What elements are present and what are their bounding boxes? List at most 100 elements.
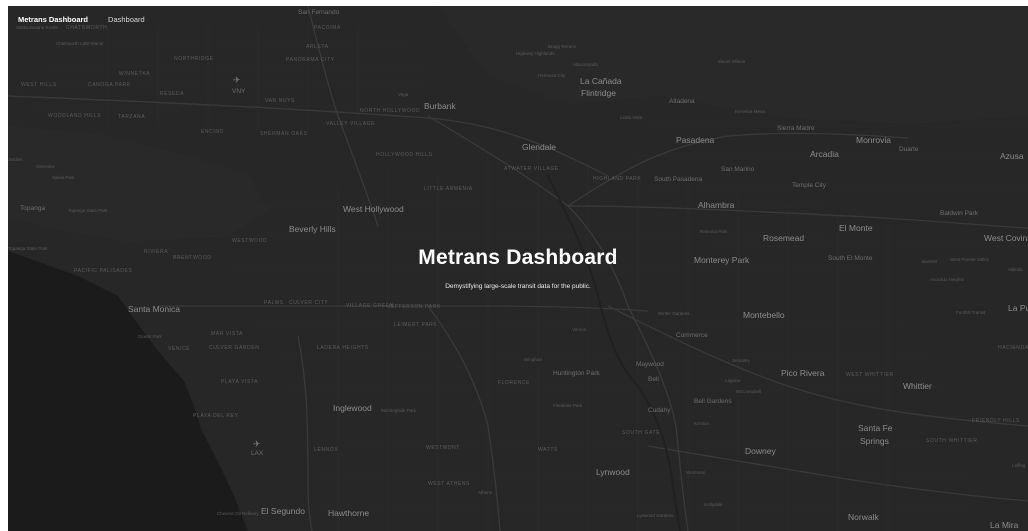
map-place-label: El Segundo <box>261 506 305 516</box>
airport-icon: ✈ <box>233 76 241 86</box>
map-place-label: SOUTH WHITTIER <box>926 438 978 444</box>
map-place-label: Hawthorne <box>328 508 370 518</box>
map-place-label: WATTS <box>538 447 558 453</box>
map-place-label: Pico Rivera <box>781 368 825 378</box>
map-place-label: Bell Gardens <box>694 398 732 405</box>
airport-icon: ✈ <box>253 440 261 450</box>
map-place-label: South Pasadena <box>654 176 703 183</box>
map-place-label: La Pu <box>1008 303 1028 313</box>
map-place-label: Ramona Park <box>700 229 728 234</box>
map-place-label: Beverly Hills <box>289 224 336 234</box>
map-place-label: Altadena <box>669 98 695 105</box>
map-place-label: VENICE <box>168 346 191 352</box>
map-place-label: SOUTH GATE <box>622 430 661 436</box>
navbar-brand-link[interactable]: Metrans Dashboard <box>18 15 88 24</box>
map-place-label: TARZANA <box>118 114 146 120</box>
map-place-label: Temple City <box>792 182 826 189</box>
map-place-label: Cudahy <box>648 407 671 414</box>
map-place-label: Altacanyada <box>573 62 598 67</box>
map-place-label: Maywood <box>636 361 664 368</box>
map-place-label: LENNOX <box>314 447 339 453</box>
map-place-label: LAX <box>251 450 264 457</box>
map-place-label: FRIENDLY HILLS <box>972 418 1020 424</box>
map-place-label: Woreman <box>686 470 706 475</box>
map-place-label: Sematey <box>732 358 750 363</box>
map-place-label: Duarte <box>899 146 919 153</box>
map-place-label: CULVER GARDEN <box>209 345 260 351</box>
map-place-label: PACOIMA <box>314 25 341 31</box>
map-place-label: ENCINO <box>201 129 225 135</box>
map-place-label: ATWATER VILLAGE <box>504 166 559 172</box>
map-place-label: Topanga <box>20 205 45 212</box>
map-place-label: Wingfoot <box>524 357 542 362</box>
map-place-label: Vernon <box>572 327 587 332</box>
map-place-label: Commerce <box>676 332 708 339</box>
map-place-label: Hollydale <box>704 502 723 507</box>
map-place-label: FLORENCE <box>498 380 531 386</box>
nav-link-dashboard[interactable]: Dashboard <box>108 15 145 24</box>
map-place-label: Downey <box>745 446 776 456</box>
map-place-label: PANORAMA CITY <box>286 57 335 63</box>
map-place-label: WEST WHITTIER <box>846 372 894 378</box>
map-place-label: Glenview <box>36 164 55 169</box>
map-place-label: Sierra Madre <box>777 125 815 132</box>
map-place-label: Norwalk <box>848 512 879 522</box>
map-place-label: Springs <box>860 436 889 446</box>
map-place-label: Rosemead <box>763 233 805 243</box>
map-place-label: Kinneloa Mesa <box>735 109 765 114</box>
map-place-label: Baldwin Park <box>940 210 978 217</box>
map-place-label: CANOGA PARK <box>88 82 131 88</box>
map-place-label: West Covina <box>984 233 1028 243</box>
map-place-label: Foothill Transit <box>956 310 986 315</box>
map-place-label: Leffing <box>1012 463 1026 468</box>
map-place-label: RESEDA <box>160 91 185 97</box>
map-place-label: La Mira <box>990 520 1019 530</box>
map-place-label: PALMS <box>264 300 284 306</box>
map-place-label: San Marino <box>721 166 755 173</box>
map-place-label: Topanga State Park <box>68 208 108 213</box>
map-place-label: Santa Fe <box>858 423 893 433</box>
map-place-label: LITTLE ARMENIA <box>424 186 473 192</box>
map-place-label: Mount Wilson <box>718 59 746 64</box>
map-place-label: WESTMONT <box>426 445 460 451</box>
map-place-label: Huntington Park <box>553 370 600 377</box>
map-place-label: MAR VISTA <box>211 331 243 337</box>
map-place-label: WINNETKA <box>119 71 151 77</box>
map-place-label: West Hollywood <box>343 204 404 214</box>
map-place-label: Arcadia <box>810 149 839 159</box>
map-place-label: Whittier <box>903 381 932 391</box>
hero: Metrans Dashboard Demystifying large-sca… <box>8 246 1028 290</box>
map-place-label: Alhambra <box>698 200 735 210</box>
map-place-label: HOLLYWOOD HILLS <box>376 152 433 158</box>
map-place-label: Pasadena <box>676 135 715 145</box>
map-place-label: LADERA HEIGHTS <box>317 345 369 351</box>
app-frame: ✈ ✈ San Fernando Santa Susana Knolls CHATS… <box>8 6 1028 531</box>
map-place-label: VNY <box>232 88 246 95</box>
map-place-label: ARLETA <box>306 44 329 50</box>
navbar: Metrans Dashboard Dashboard <box>8 6 145 32</box>
map-place-label: Firestone Park <box>553 403 583 408</box>
map-place-label: Jardins <box>8 157 23 162</box>
map-place-label: WESTWOOD <box>232 238 268 244</box>
map-place-label: Athens <box>478 490 493 495</box>
map-place-label: Flintridge <box>581 88 616 98</box>
map-place-label: Vega <box>398 92 409 97</box>
map-place-label: Sylvia Park <box>52 175 75 180</box>
map-place-label: Inglewood <box>333 403 372 413</box>
map-place-label: PLAYA DEL REY <box>193 413 239 419</box>
map-place-label: Azusa <box>1000 151 1024 161</box>
map-place-label: Monrovia <box>856 135 891 145</box>
map-place-label: La Cañada <box>580 76 622 86</box>
map-place-label: PLAYA VISTA <box>221 379 259 385</box>
map-place-label: Highway Highlands <box>516 51 555 56</box>
map-place-label: Montebello <box>743 310 785 320</box>
map-place-label: Linda Vista <box>620 115 643 120</box>
map-place-label: VAN NUYS <box>265 98 295 104</box>
map-place-label: Morningside Park <box>381 408 417 413</box>
map-place-label: Hermosa City <box>538 73 566 78</box>
map-place-label: JEFFERSON PARK <box>388 304 441 310</box>
map-place-label: Hacienda Heights <box>998 345 1028 351</box>
map-place-label: San Fernando <box>298 9 340 16</box>
map-place-label: LEIMERT PARK <box>394 322 438 328</box>
map-place-label: CULVER CITY <box>289 300 329 306</box>
